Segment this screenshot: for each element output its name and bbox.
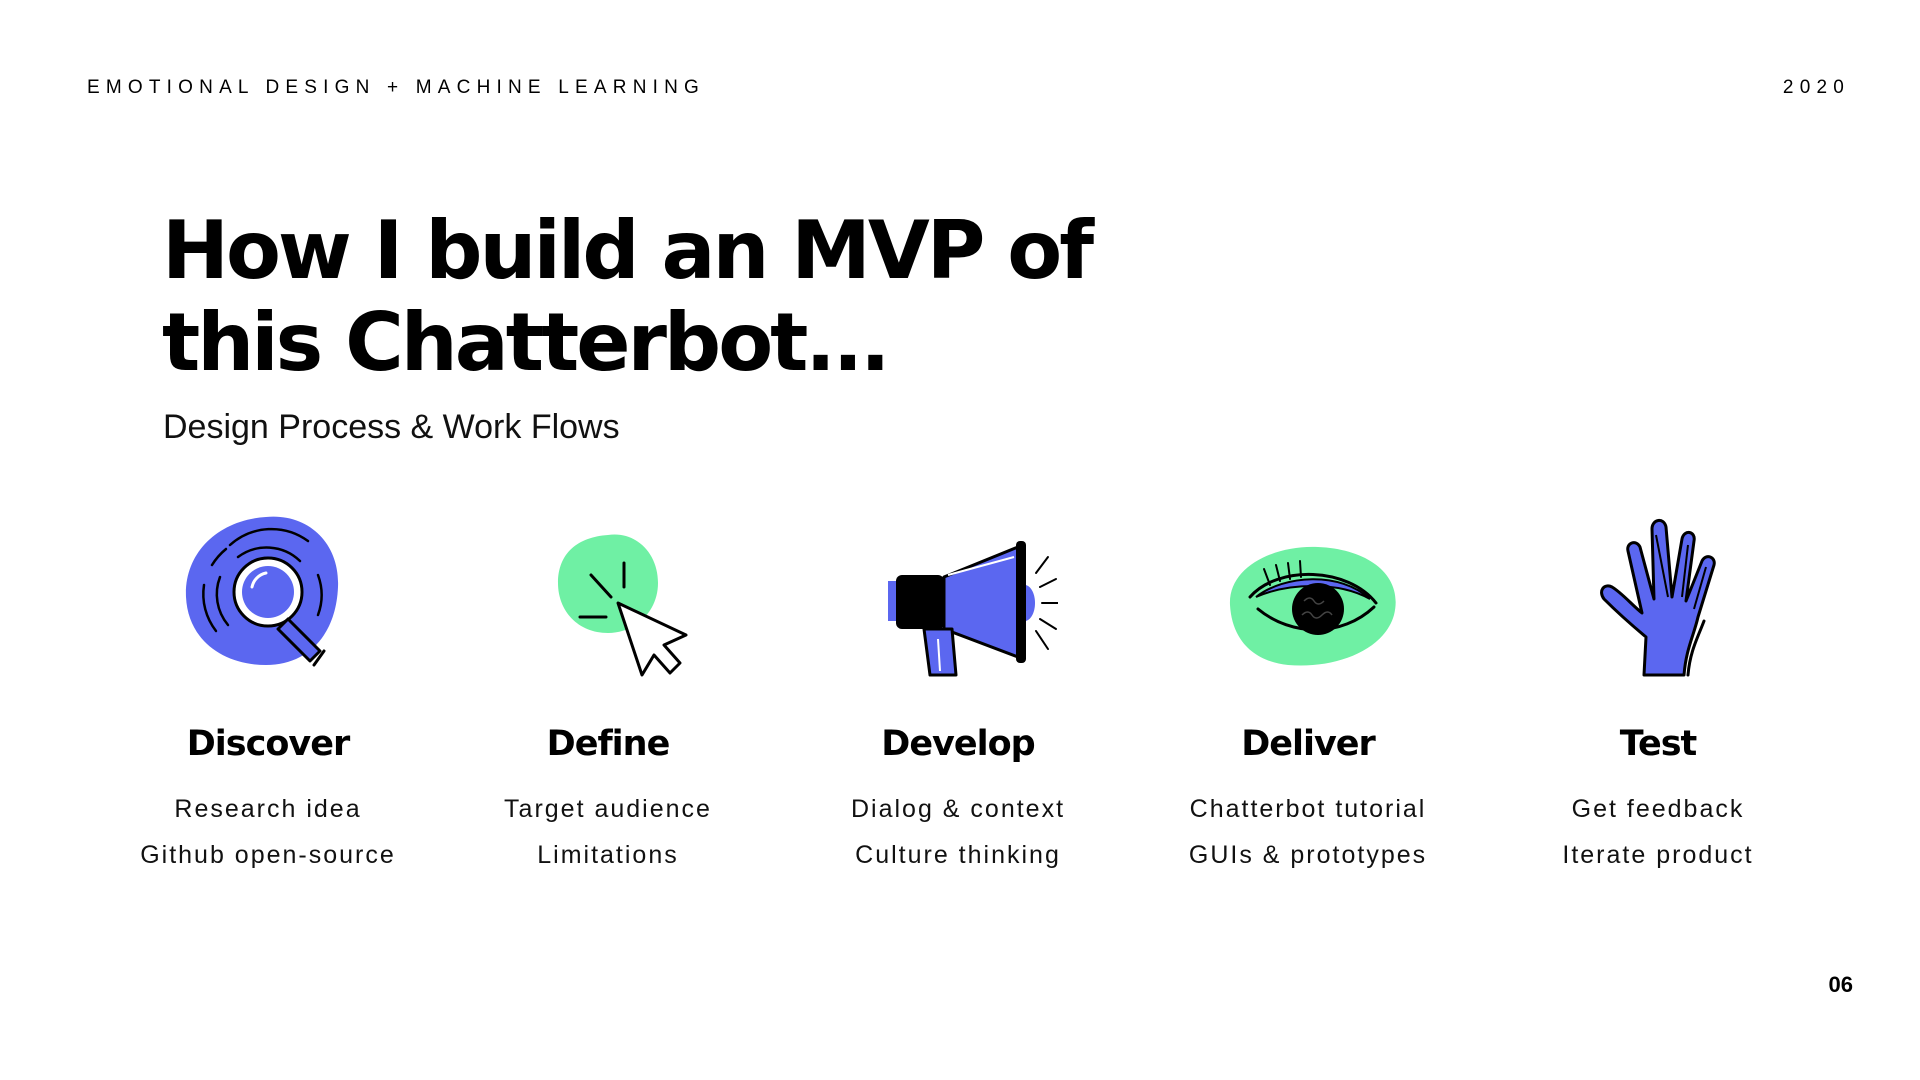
title-line-2: this Chatterbot... (162, 296, 891, 389)
step-line: Culture thinking (855, 841, 1061, 869)
step-description: Get feedback Iterate product (1488, 786, 1828, 878)
step-name: Discover (186, 724, 351, 764)
step-discover: Discover Research idea Github open-sourc… (98, 505, 438, 878)
title-line-1: How I build an MVP of (162, 204, 1094, 297)
magnifier-icon (168, 505, 368, 685)
step-name: Develop (881, 724, 1035, 764)
step-line: Research idea (174, 795, 362, 823)
step-name: Test (1619, 724, 1698, 764)
step-line: Dialog & context (850, 795, 1066, 823)
step-description: Research idea Github open-source (98, 786, 438, 878)
step-deliver: Deliver Chatterbot tutorial GUIs & proto… (1138, 505, 1478, 878)
step-description: Dialog & context Culture thinking (788, 786, 1128, 878)
step-develop: Develop Dialog & context Culture thinkin… (788, 505, 1128, 878)
page-number: 06 (1828, 972, 1853, 997)
step-line: Target audience (504, 795, 712, 823)
step-line: Chatterbot tutorial (1189, 795, 1427, 823)
slide-title: How I build an MVP of this Chatterbot... (162, 205, 1122, 389)
step-line: Limitations (537, 841, 679, 869)
step-name: Deliver (1241, 724, 1376, 764)
step-test: Test Get feedback Iterate product (1488, 505, 1828, 878)
step-line: Get feedback (1571, 795, 1745, 823)
step-define: Define Target audience Limitations (438, 505, 778, 878)
eye-icon (1208, 505, 1408, 685)
step-line: GUIs & prototypes (1188, 841, 1428, 869)
header-year: 2020 (1782, 77, 1850, 98)
hand-icon (1558, 505, 1758, 685)
step-description: Chatterbot tutorial GUIs & prototypes (1138, 786, 1478, 878)
slide-subtitle: Design Process & Work Flows (163, 408, 620, 446)
step-line: Iterate product (1562, 841, 1754, 869)
step-line: Github open-source (140, 841, 396, 869)
step-description: Target audience Limitations (438, 786, 778, 878)
step-name: Define (546, 724, 671, 764)
megaphone-icon (858, 505, 1058, 685)
cursor-click-icon (508, 505, 708, 685)
header-topic: EMOTIONAL DESIGN + MACHINE LEARNING (87, 77, 706, 98)
slide: EMOTIONAL DESIGN + MACHINE LEARNING 2020… (0, 0, 1920, 1080)
